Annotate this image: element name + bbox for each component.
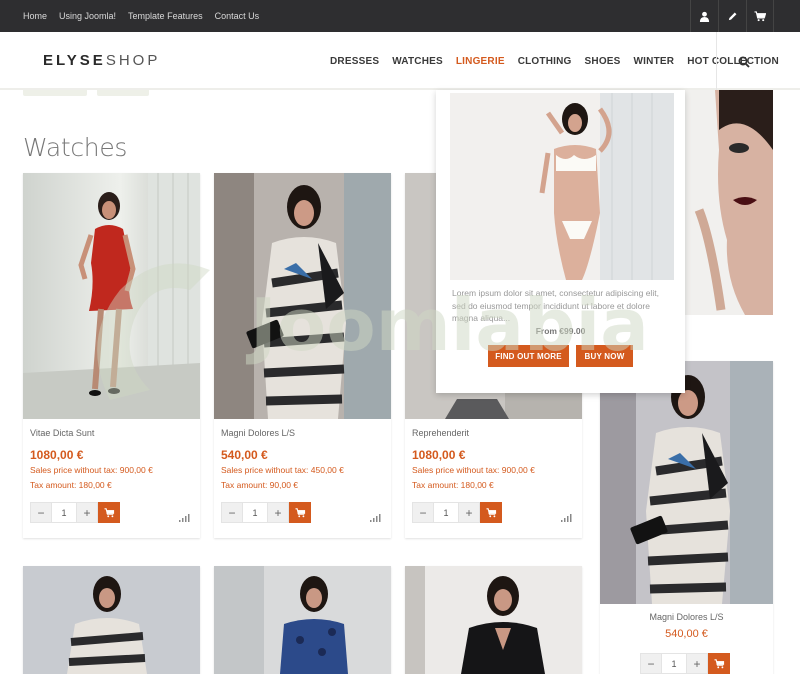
product-price: 540,00 € [221,448,268,462]
qty-plus-button[interactable]: + [458,502,480,523]
qty-minus-button[interactable]: − [640,653,662,674]
qty-minus-button[interactable]: − [30,502,52,523]
product-card [214,566,391,674]
banner-image[interactable] [685,90,773,315]
lingerie-mega-menu: Lorem ipsum dolor sit amet, consectetur … [436,90,685,393]
add-to-cart-button[interactable] [708,653,730,674]
nav-dresses[interactable]: DRESSES [330,56,379,67]
mega-menu-image[interactable] [450,93,674,280]
filter-tab-stub[interactable] [97,90,149,96]
qty-plus-button[interactable]: + [76,502,98,523]
top-link-using-joomla[interactable]: Using Joomla! [59,11,116,21]
quantity-stepper: − 1 + [221,502,311,523]
qty-minus-button[interactable]: − [412,502,434,523]
quantity-stepper: − 1 + [412,502,502,523]
top-link-home[interactable]: Home [23,11,47,21]
product-image[interactable] [214,173,391,419]
nav-winter[interactable]: WINTER [634,56,675,67]
product-card: Vitae Dicta Sunt 1080,00 € Sales price w… [23,173,200,538]
product-sales-price: Sales price without tax: 900,00 € [412,465,535,475]
qty-input[interactable]: 1 [434,502,458,523]
product-name[interactable]: Vitae Dicta Sunt [30,428,94,438]
cart-icon[interactable] [746,0,774,32]
product-name[interactable]: Magni Dolores L/S [600,612,773,622]
product-price: 540,00 € [665,628,708,640]
product-sales-price: Sales price without tax: 900,00 € [30,465,153,475]
nav-shoes[interactable]: SHOES [585,56,621,67]
qty-plus-button[interactable]: + [686,653,708,674]
page-title: Watches [23,133,128,162]
mega-menu-from-price: From €99.00 [535,326,586,336]
product-image[interactable] [23,566,200,674]
main-header: ELYSESHOP DRESSES WATCHES LINGERIE CLOTH… [0,32,800,90]
top-bar: Home Using Joomla! Template Features Con… [0,0,800,32]
nav-divider [716,32,717,90]
product-name[interactable]: Magni Dolores L/S [221,428,295,438]
signal-icon [370,509,381,527]
product-image[interactable] [600,361,773,604]
product-card: Magni Dolores L/S 540,00 € − 1 + [600,361,773,674]
product-card [405,566,582,674]
product-tax-amount: Tax amount: 90,00 € [221,480,299,490]
nav-clothing[interactable]: CLOTHING [518,56,572,67]
product-image[interactable] [405,566,582,674]
qty-minus-button[interactable]: − [221,502,243,523]
top-links: Home Using Joomla! Template Features Con… [23,0,259,32]
buy-now-button[interactable]: BUY NOW [576,345,633,367]
product-card: Magni Dolores L/S 540,00 € Sales price w… [214,173,391,538]
nav-lingerie[interactable]: LINGERIE [456,56,505,67]
product-tax-amount: Tax amount: 180,00 € [412,480,494,490]
product-price: 1080,00 € [30,448,84,462]
product-image[interactable] [214,566,391,674]
signal-icon [561,509,572,527]
top-link-template-features[interactable]: Template Features [128,11,203,21]
qty-input[interactable]: 1 [243,502,267,523]
product-tax-amount: Tax amount: 180,00 € [30,480,112,490]
product-name[interactable]: Reprehenderit [412,428,469,438]
nav-watches[interactable]: WATCHES [392,56,443,67]
user-icon[interactable] [690,0,718,32]
search-icon[interactable] [732,52,756,72]
pencil-icon[interactable] [718,0,746,32]
product-price: 1080,00 € [412,448,466,462]
qty-plus-button[interactable]: + [267,502,289,523]
main-nav: DRESSES WATCHES LINGERIE CLOTHING SHOES … [330,32,792,90]
signal-icon [179,509,190,527]
find-out-more-button[interactable]: FIND OUT MORE [488,345,569,367]
mega-menu-description: Lorem ipsum dolor sit amet, consectetur … [452,288,659,323]
filter-tab-stub[interactable] [23,90,87,96]
product-sales-price: Sales price without tax: 450,00 € [221,465,344,475]
top-link-contact-us[interactable]: Contact Us [215,11,260,21]
add-to-cart-button[interactable] [98,502,120,523]
quantity-stepper: − 1 + [640,653,730,674]
qty-input[interactable]: 1 [52,502,76,523]
add-to-cart-button[interactable] [289,502,311,523]
product-card [23,566,200,674]
top-icons [690,0,774,32]
site-logo[interactable]: ELYSESHOP [43,52,160,69]
product-image[interactable] [23,173,200,419]
add-to-cart-button[interactable] [480,502,502,523]
quantity-stepper: − 1 + [30,502,120,523]
qty-input[interactable]: 1 [662,653,686,674]
